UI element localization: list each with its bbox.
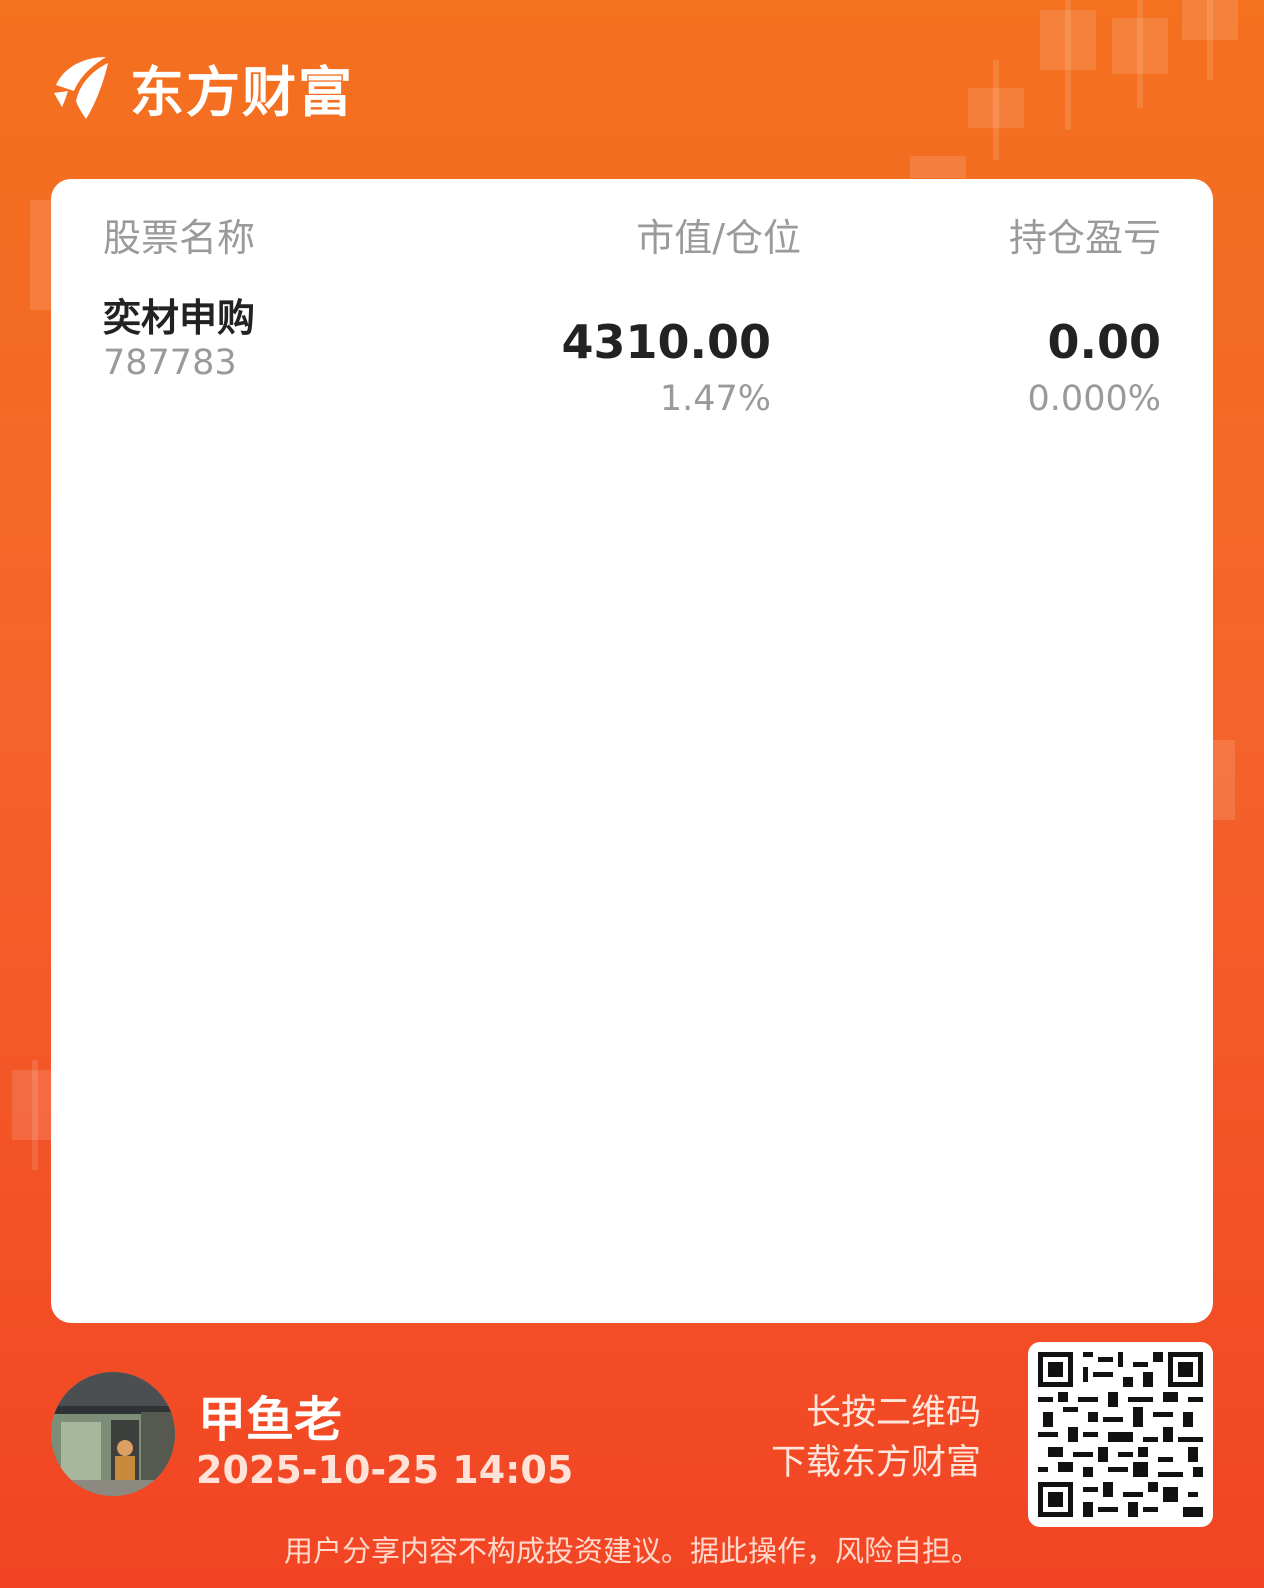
holdings-card: 股票名称 市值/仓位 持仓盈亏 奕材申购 787783 4310.00 1.47… [51, 179, 1213, 1323]
column-header-market-value: 市值/仓位 [636, 216, 801, 260]
stock-name: 奕材申购 [103, 296, 256, 340]
download-qr-code[interactable] [1028, 1342, 1213, 1527]
table-row[interactable]: 奕材申购 787783 4310.00 1.47% 0.00 0.000% [51, 287, 1213, 427]
column-header-name: 股票名称 [103, 216, 256, 260]
eastmoney-logo-icon [54, 56, 108, 119]
qr-hint: 长按二维码 下载东方财富 [771, 1388, 981, 1488]
brand-name: 东方财富 [130, 61, 354, 124]
pnl-percent: 0.000% [1027, 379, 1161, 419]
qr-hint-line2: 下载东方财富 [770, 1443, 981, 1483]
pnl-value: 0.00 [1047, 315, 1162, 369]
brand-logo: 东方财富 [50, 48, 354, 127]
username: 甲鱼老 [198, 1392, 343, 1448]
position-percent: 1.47% [659, 379, 771, 419]
disclaimer: 用户分享内容不构成投资建议。据此操作，风险自担。 [283, 1534, 980, 1568]
user-avatar [51, 1372, 175, 1496]
qr-hint-line1: 长按二维码 [805, 1393, 981, 1433]
table-header: 股票名称 市值/仓位 持仓盈亏 [51, 207, 1213, 260]
market-value: 4310.00 [561, 315, 771, 369]
share-timestamp: 2025-10-25 14:05 [196, 1448, 574, 1492]
column-header-pnl: 持仓盈亏 [1008, 216, 1161, 260]
qr-code-icon [1038, 1352, 1203, 1517]
stock-code: 787783 [103, 343, 237, 383]
